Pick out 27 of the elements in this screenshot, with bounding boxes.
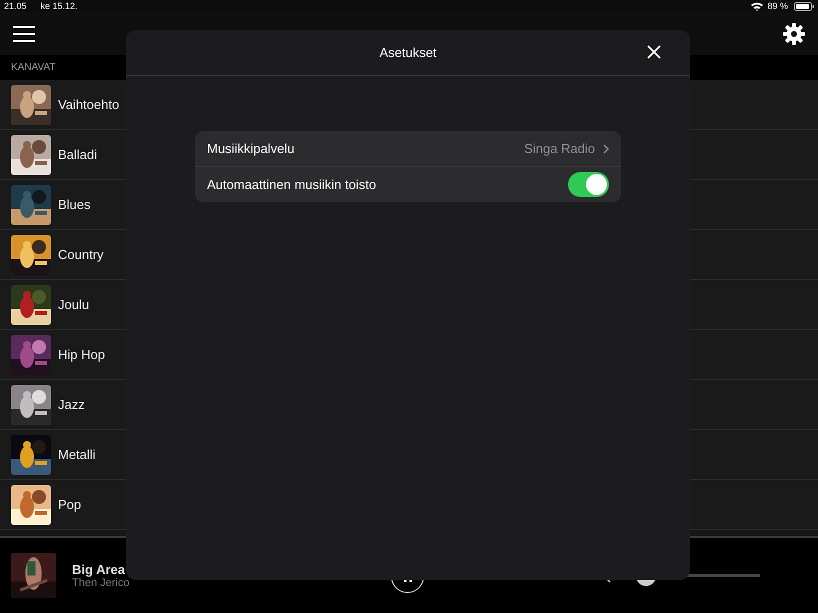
battery-percent: 89 % <box>767 1 788 11</box>
toggle-switch[interactable] <box>568 172 609 197</box>
battery-icon <box>794 2 814 10</box>
menu-icon[interactable] <box>13 26 35 42</box>
wifi-icon <box>751 2 764 10</box>
channel-name: Vaihtoehto <box>58 97 120 112</box>
channel-name: Hip Hop <box>58 347 105 362</box>
settings-icon[interactable] <box>783 22 805 44</box>
channel-name: Joulu <box>58 297 90 312</box>
close-icon[interactable] <box>647 45 661 59</box>
setting-row[interactable]: Musiikkipalvelu Singa Radio <box>195 131 621 166</box>
setting-label: Automaattinen musiikin toisto <box>207 177 376 192</box>
status-date: ke 15.12. <box>40 1 78 11</box>
channel-name: Metalli <box>58 447 96 462</box>
section-label: KANAVAT <box>11 62 56 73</box>
track-title: Big Area <box>72 562 126 577</box>
channel-name: Country <box>58 247 104 262</box>
channel-name: Jazz <box>58 397 85 412</box>
dialog-title: Asetukset <box>379 45 437 60</box>
channel-name: Balladi <box>58 147 98 162</box>
setting-value: Singa Radio <box>524 141 595 156</box>
track-artist: Then Jerico <box>72 577 130 589</box>
status-time: 21.05 <box>4 1 27 11</box>
chevron-icon <box>603 144 609 154</box>
setting-label: Musiikkipalvelu <box>207 141 294 156</box>
channel-name: Blues <box>58 197 91 212</box>
channel-name: Pop <box>58 497 82 512</box>
